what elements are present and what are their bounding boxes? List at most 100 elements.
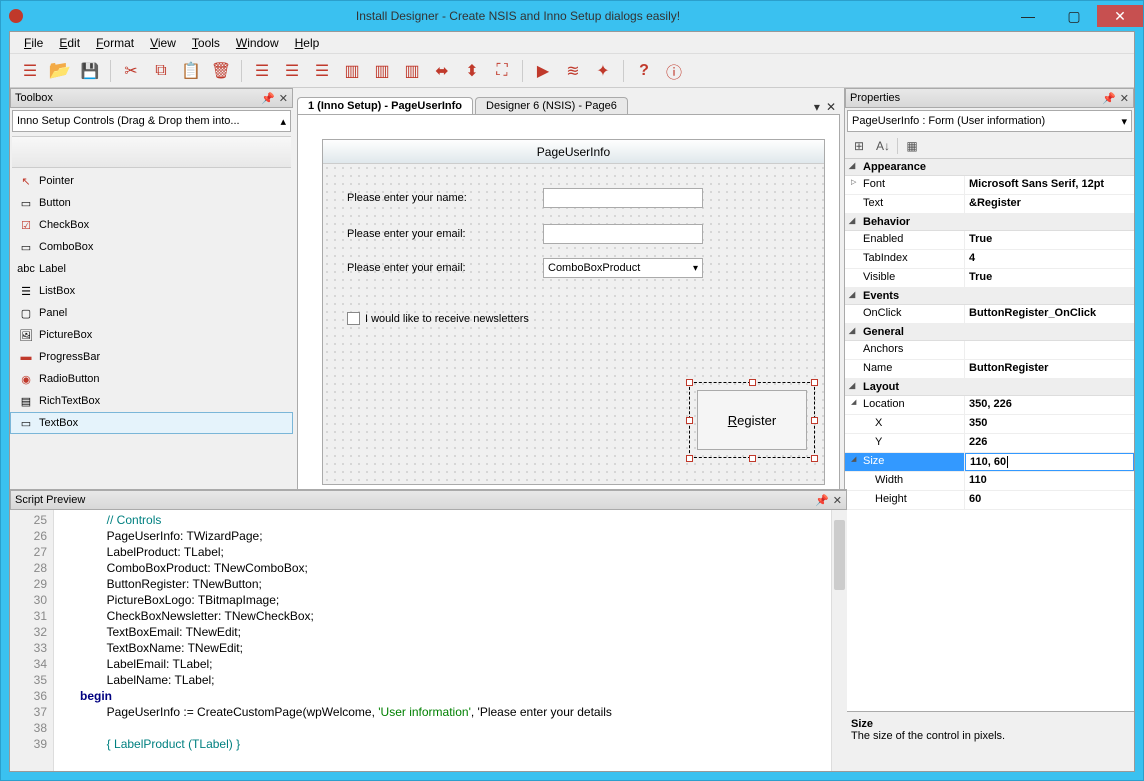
- toolbox-item-radiobutton[interactable]: ◉RadioButton: [10, 368, 293, 390]
- align-right-icon[interactable]: ☰: [308, 57, 336, 85]
- prop-category-layout[interactable]: Layout: [845, 379, 1134, 396]
- prop-row-text[interactable]: Text&Register: [845, 195, 1134, 214]
- toolbox-item-richtextbox[interactable]: ▤RichTextBox: [10, 390, 293, 412]
- size-height-icon[interactable]: ⬍: [458, 57, 486, 85]
- maximize-button[interactable]: ▢: [1051, 5, 1097, 27]
- prop-row-width[interactable]: Width110: [845, 472, 1134, 491]
- toolbox-item-panel[interactable]: ▢Panel: [10, 302, 293, 324]
- paste-icon[interactable]: 📋: [177, 57, 205, 85]
- prop-row-onclick[interactable]: OnClickButtonRegister_OnClick: [845, 305, 1134, 324]
- save-icon[interactable]: 💾: [76, 57, 104, 85]
- menu-window[interactable]: Window: [228, 34, 287, 52]
- vertical-scrollbar[interactable]: [831, 510, 847, 771]
- tab-close-icon[interactable]: ✕: [826, 100, 836, 114]
- resize-handle[interactable]: [686, 417, 693, 424]
- radiobutton-icon: ◉: [19, 372, 33, 386]
- new-icon[interactable]: ☰: [16, 57, 44, 85]
- form-title: PageUserInfo: [323, 140, 824, 164]
- menu-format[interactable]: Format: [88, 34, 142, 52]
- toolbox-item-checkbox[interactable]: ☑CheckBox: [10, 214, 293, 236]
- toolbox-item-progressbar[interactable]: ▬ProgressBar: [10, 346, 293, 368]
- resize-handle[interactable]: [749, 379, 756, 386]
- about-icon[interactable]: ⓘ: [660, 57, 688, 85]
- textbox-name[interactable]: [543, 188, 703, 208]
- property-object-selector[interactable]: PageUserInfo : Form (User information) ▾: [847, 110, 1132, 132]
- panel-close-icon[interactable]: ✕: [1120, 92, 1129, 105]
- minimize-button[interactable]: ―: [1005, 5, 1051, 27]
- align-center-icon[interactable]: ☰: [278, 57, 306, 85]
- align-left-icon[interactable]: ☰: [248, 57, 276, 85]
- prop-row-name[interactable]: NameButtonRegister: [845, 360, 1134, 379]
- menubar: FileEditFormatViewToolsWindowHelp: [10, 32, 1134, 54]
- size-width-icon[interactable]: ⬌: [428, 57, 456, 85]
- delete-icon[interactable]: 🗑: [207, 57, 235, 85]
- resize-handle[interactable]: [686, 379, 693, 386]
- cut-icon[interactable]: ✂: [117, 57, 145, 85]
- pin-icon[interactable]: 📌: [815, 494, 829, 507]
- toolbox-category-dropdown[interactable]: Inno Setup Controls (Drag & Drop them in…: [12, 110, 291, 132]
- prop-row-location[interactable]: Location350, 226: [845, 396, 1134, 415]
- categorized-icon[interactable]: ⊞: [849, 136, 869, 156]
- scroll-thumb[interactable]: [834, 520, 845, 590]
- size-both-icon[interactable]: ⛶: [488, 57, 516, 85]
- toolbox-item-combobox[interactable]: ▭ComboBox: [10, 236, 293, 258]
- prop-row-y[interactable]: Y226: [845, 434, 1134, 453]
- prop-row-tabindex[interactable]: TabIndex4: [845, 250, 1134, 269]
- prop-row-height[interactable]: Height60: [845, 491, 1134, 510]
- window-titlebar[interactable]: Install Designer - Create NSIS and Inno …: [1, 1, 1143, 31]
- form-canvas[interactable]: PageUserInfo Please enter your name: Ple…: [322, 139, 825, 485]
- pin-icon[interactable]: 📌: [261, 92, 275, 105]
- prop-row-visible[interactable]: VisibleTrue: [845, 269, 1134, 288]
- toolbox-item-picturebox[interactable]: 🖼PictureBox: [10, 324, 293, 346]
- toolbox-item-label[interactable]: abcLabel: [10, 258, 293, 280]
- align-top-icon[interactable]: ▥: [338, 57, 366, 85]
- align-middle-icon[interactable]: ▥: [368, 57, 396, 85]
- help-icon[interactable]: ?: [630, 57, 658, 85]
- toolbox-item-button[interactable]: ▭Button: [10, 192, 293, 214]
- tab-menu-icon[interactable]: ▾: [814, 100, 820, 114]
- prop-row-x[interactable]: X350: [845, 415, 1134, 434]
- panel-close-icon[interactable]: ✕: [279, 92, 288, 105]
- property-pages-icon[interactable]: ▦: [902, 136, 922, 156]
- pin-icon[interactable]: 📌: [1102, 92, 1116, 105]
- align-bottom-icon[interactable]: ▥: [398, 57, 426, 85]
- close-button[interactable]: ✕: [1097, 5, 1143, 27]
- checkbox-newsletter[interactable]: I would like to receive newsletters: [347, 312, 529, 325]
- menu-file[interactable]: File: [16, 34, 51, 52]
- chevron-up-icon: ▴: [280, 115, 286, 128]
- script-editor[interactable]: 252627282930313233343536373839 // Contro…: [10, 510, 847, 771]
- tab-active[interactable]: 1 (Inno Setup) - PageUserInfo: [297, 97, 473, 114]
- resize-handle[interactable]: [686, 455, 693, 462]
- resize-handle[interactable]: [811, 379, 818, 386]
- prop-row-anchors[interactable]: Anchors: [845, 341, 1134, 360]
- combobox-product[interactable]: ComboBoxProduct▾: [543, 258, 703, 278]
- alphabetical-icon[interactable]: A↓: [873, 136, 893, 156]
- plugin-icon[interactable]: ✦: [589, 57, 617, 85]
- prop-row-enabled[interactable]: EnabledTrue: [845, 231, 1134, 250]
- toolbox-item-textbox[interactable]: ▭TextBox: [10, 412, 293, 434]
- toolbox-item-listbox[interactable]: ☰ListBox: [10, 280, 293, 302]
- panel-close-icon[interactable]: ✕: [833, 494, 842, 507]
- prop-category-behavior[interactable]: Behavior: [845, 214, 1134, 231]
- menu-edit[interactable]: Edit: [51, 34, 88, 52]
- resize-handle[interactable]: [749, 455, 756, 462]
- run-icon[interactable]: ▶: [529, 57, 557, 85]
- prop-category-general[interactable]: General: [845, 324, 1134, 341]
- layers-icon[interactable]: ≋: [559, 57, 587, 85]
- toolbox-header: Toolbox 📌✕: [10, 88, 293, 108]
- menu-tools[interactable]: Tools: [184, 34, 228, 52]
- prop-category-events[interactable]: Events: [845, 288, 1134, 305]
- copy-icon[interactable]: ⧉: [147, 57, 175, 85]
- open-icon[interactable]: 📂: [46, 57, 74, 85]
- prop-row-size[interactable]: Size110, 60: [845, 453, 1134, 472]
- toolbox-item-pointer[interactable]: ↖Pointer: [10, 170, 293, 192]
- resize-handle[interactable]: [811, 417, 818, 424]
- textbox-email[interactable]: [543, 224, 703, 244]
- menu-view[interactable]: View: [142, 34, 184, 52]
- tab-inactive[interactable]: Designer 6 (NSIS) - Page6: [475, 97, 628, 114]
- prop-category-appearance[interactable]: Appearance: [845, 159, 1134, 176]
- prop-row-font[interactable]: FontMicrosoft Sans Serif, 12pt: [845, 176, 1134, 195]
- resize-handle[interactable]: [811, 455, 818, 462]
- menu-help[interactable]: Help: [287, 34, 328, 52]
- property-grid[interactable]: AppearanceFontMicrosoft Sans Serif, 12pt…: [845, 158, 1134, 711]
